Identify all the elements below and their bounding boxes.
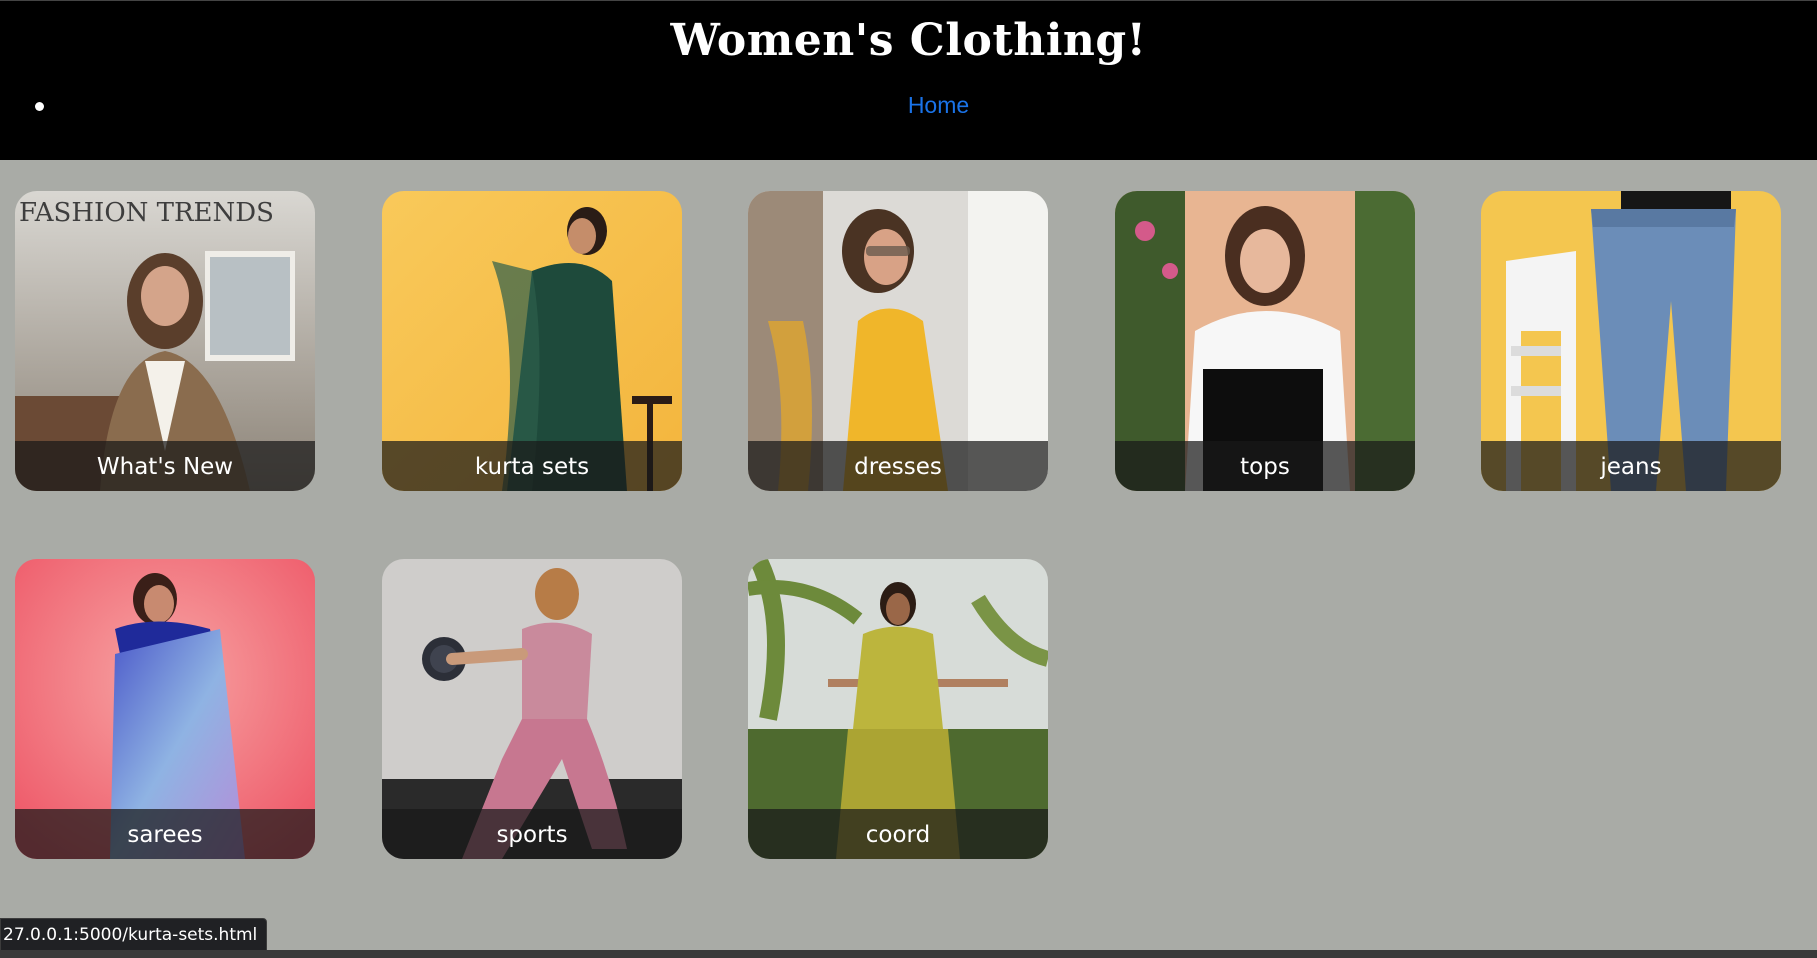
window-bottom-edge bbox=[0, 950, 1817, 958]
category-grid: FASHION TRENDS What's New kurta sets dre… bbox=[0, 0, 1817, 958]
category-label: What's New bbox=[15, 441, 315, 491]
category-card-sports[interactable]: sports bbox=[382, 559, 682, 859]
category-card-tops[interactable]: tops bbox=[1115, 191, 1415, 491]
category-label: coord bbox=[748, 809, 1048, 859]
category-card-coord[interactable]: coord bbox=[748, 559, 1048, 859]
category-card-sarees[interactable]: sarees bbox=[15, 559, 315, 859]
category-label: kurta sets bbox=[382, 441, 682, 491]
category-label: dresses bbox=[748, 441, 1048, 491]
category-card-dresses[interactable]: dresses bbox=[748, 191, 1048, 491]
fashion-trends-artwork-text: FASHION TRENDS bbox=[19, 198, 274, 228]
status-bar-url: 27.0.0.1:5000/kurta-sets.html bbox=[0, 918, 268, 952]
category-card-jeans[interactable]: jeans bbox=[1481, 191, 1781, 491]
category-label: sarees bbox=[15, 809, 315, 859]
category-label: sports bbox=[382, 809, 682, 859]
category-label: jeans bbox=[1481, 441, 1781, 491]
category-label: tops bbox=[1115, 441, 1415, 491]
category-card-kurta-sets[interactable]: kurta sets bbox=[382, 191, 682, 491]
category-card-whats-new[interactable]: FASHION TRENDS What's New bbox=[15, 191, 315, 491]
